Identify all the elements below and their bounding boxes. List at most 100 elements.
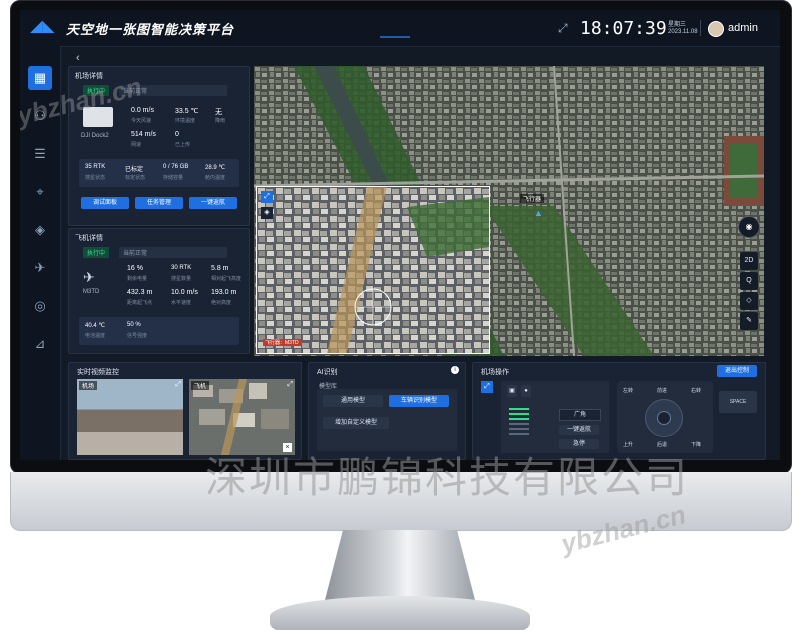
drone-metric-label: 相对起飞高度 xyxy=(211,276,242,282)
record-button[interactable]: ● xyxy=(521,385,531,397)
drone-extra-box: 40.4 ℃ 电池温度 50 % 信号强度 xyxy=(79,317,239,345)
zoom-scale[interactable] xyxy=(509,405,529,449)
dock-stat-label: 舱内温度 xyxy=(205,175,226,181)
drone-panel-title: 飞机详情 xyxy=(75,235,103,242)
general-model-button[interactable]: 通用模型 xyxy=(323,395,383,407)
dock-metric-value: 0 xyxy=(175,131,179,138)
vehicle-model-button[interactable]: 车辆识别模型 xyxy=(389,395,449,407)
expand-icon[interactable]: ⤢ xyxy=(481,381,493,393)
back-icon[interactable]: ‹ xyxy=(76,52,80,64)
map-pin-icon: ⌖ xyxy=(36,184,44,199)
drone-state-chip: 当前正常 xyxy=(119,247,227,258)
record-icon: ● xyxy=(524,388,528,394)
joystick-knob[interactable] xyxy=(657,411,671,425)
dock-stat-value: 35 RTK xyxy=(85,164,106,170)
drone-panel: 飞机详情 执行中 当前正常 ✈ M3TD 16 % 剩余电量 30 RTK 搜星… xyxy=(68,228,250,354)
expand-icon[interactable]: ⤢ xyxy=(175,381,181,389)
sidebar-item-layers[interactable]: ◈ xyxy=(28,218,52,242)
fullscreen-icon[interactable]: ⤢ xyxy=(558,21,568,36)
info-icon[interactable]: i xyxy=(451,366,459,374)
drone-metric-label: 距离起飞点 xyxy=(127,300,153,306)
dock-metric-value: 33.5 ℃ xyxy=(175,108,199,115)
dock-video-feed[interactable]: 机场 ⤢ xyxy=(77,379,183,455)
logo-icon: ◢◣ xyxy=(30,18,55,35)
header-divider xyxy=(700,20,701,36)
drone-metric-label: 搜星数量 xyxy=(171,276,192,282)
sidebar-item-drone[interactable]: ✈ xyxy=(28,256,52,280)
dock-video-label: 机场 xyxy=(79,381,98,390)
compass-icon[interactable]: ◉ xyxy=(738,216,760,238)
pip-expand-icon[interactable]: ⤢ xyxy=(261,191,273,203)
pip-layer-icon[interactable]: ◈ xyxy=(261,207,273,219)
drone-metric-value: 10.0 m/s xyxy=(171,289,198,296)
sidebar-item-target[interactable]: ◎ xyxy=(28,294,52,318)
target-icon: ◎ xyxy=(34,298,46,313)
flight-joystick[interactable]: 左转 前进 右转 上升 后退 下降 xyxy=(617,381,713,453)
company-watermark: 深圳市鹏锦科技有限公司 xyxy=(205,453,690,502)
camera-control-area: ▣ ● 广角 一键返航 急停 xyxy=(501,381,609,453)
user-name[interactable]: admin xyxy=(728,22,758,34)
dock-stat-value: 已标定 xyxy=(125,167,144,173)
return-home-op-button[interactable]: 一键返航 xyxy=(559,425,599,435)
layers-icon: ◈ xyxy=(35,222,45,237)
dock-metric-value: 0.0 m/s xyxy=(131,107,154,114)
avatar[interactable] xyxy=(708,21,724,37)
dock-metric-label: 环境温度 xyxy=(175,118,196,124)
task-manage-button[interactable]: 任务管理 xyxy=(135,197,183,209)
ai-panel-title: AI识别 xyxy=(317,369,338,376)
drone-map-marker-icon[interactable]: ▲ xyxy=(534,208,543,218)
expand-icon[interactable]: ⤢ xyxy=(287,381,293,389)
clock: 18:07:39 xyxy=(580,18,667,39)
drone-metric-value: 432.3 m xyxy=(127,289,153,296)
dock-device-name: DJI Dock2 xyxy=(81,133,109,139)
header-indicator xyxy=(380,36,410,38)
drone-metric-label: 绝对高度 xyxy=(211,300,232,306)
drone-metric-label: 剩余电量 xyxy=(127,276,148,282)
pip-caption: 飞行器：M3TD xyxy=(263,339,301,346)
drone-icon: ✈ xyxy=(83,269,95,285)
map-search-icon[interactable]: Q xyxy=(740,272,758,290)
return-home-button[interactable]: 一键返航 xyxy=(189,197,237,209)
app-header: ◢◣ 天空地一张图智能决策平台 ⤢ 18:07:39 星期三 2023.11.0… xyxy=(20,10,780,47)
weekday: 星期三 xyxy=(668,22,687,28)
lens-select[interactable]: 广角 xyxy=(559,409,601,421)
dock-stat-label: 搜星状态 xyxy=(85,175,106,181)
drone-camera-imagery xyxy=(257,187,489,353)
drone-metric-value: 5.8 m xyxy=(211,265,229,272)
drone-extra-value: 40.4 ℃ xyxy=(85,323,106,329)
sidebar-item-map[interactable]: ⌖ xyxy=(28,180,52,204)
dock-stats-box: 35 RTK 搜星状态 已标定 标定状态 0 / 76 GB 存储容量 28.9… xyxy=(79,159,239,187)
dock-metric-label: 今天风速 xyxy=(131,118,152,124)
drone-camera-view[interactable]: ⤢ ◈ 飞行器：M3TD xyxy=(256,186,490,354)
stick-label: 左转 xyxy=(623,388,634,394)
drone-metric-value: 30 RTK xyxy=(171,265,192,271)
sidebar-item-dashboard[interactable]: ▦ xyxy=(28,66,52,90)
drone-metric-value: 193.0 m xyxy=(211,289,237,296)
sidebar-item-chart[interactable]: ⊿ xyxy=(28,332,52,356)
debug-panel-button[interactable]: 调试面板 xyxy=(81,197,129,209)
map-draw-icon[interactable]: ✎ xyxy=(740,312,758,330)
chart-icon: ⊿ xyxy=(34,336,46,351)
dock-metric-label: 降雨 xyxy=(215,118,226,124)
dock-metric-label: 已上传 xyxy=(175,142,191,148)
exit-control-button[interactable]: 退出控制 xyxy=(717,365,757,377)
drone-status-chip: 执行中 xyxy=(83,247,110,258)
stick-label: 右转 xyxy=(691,388,702,394)
photo-button[interactable]: ▣ xyxy=(507,385,517,397)
drone-extra-label: 电池温度 xyxy=(85,333,106,339)
monitor-stand-neck xyxy=(325,530,475,600)
drone-extra-label: 信号强度 xyxy=(127,333,148,339)
dashboard-icon: ▦ xyxy=(33,70,47,85)
camera-icon: ▣ xyxy=(509,388,515,394)
dock-stat-label: 标定状态 xyxy=(125,175,146,181)
dock-metric-value: 无 xyxy=(215,109,222,116)
drone-extra-value: 50 % xyxy=(127,322,141,328)
ops-panel-title: 机场操作 xyxy=(481,369,509,376)
dock-metric-label: 网速 xyxy=(131,142,142,148)
space-key[interactable]: SPACE xyxy=(719,391,757,413)
add-custom-model-button[interactable]: 增加自定义模型 xyxy=(323,417,389,429)
map-2d-toggle[interactable]: 2D xyxy=(740,252,758,270)
map-layers-icon[interactable]: ◇ xyxy=(740,292,758,310)
sidebar-item-list[interactable]: ☰ xyxy=(28,142,52,166)
dock-stat-value: 28.9 ℃ xyxy=(205,165,226,171)
